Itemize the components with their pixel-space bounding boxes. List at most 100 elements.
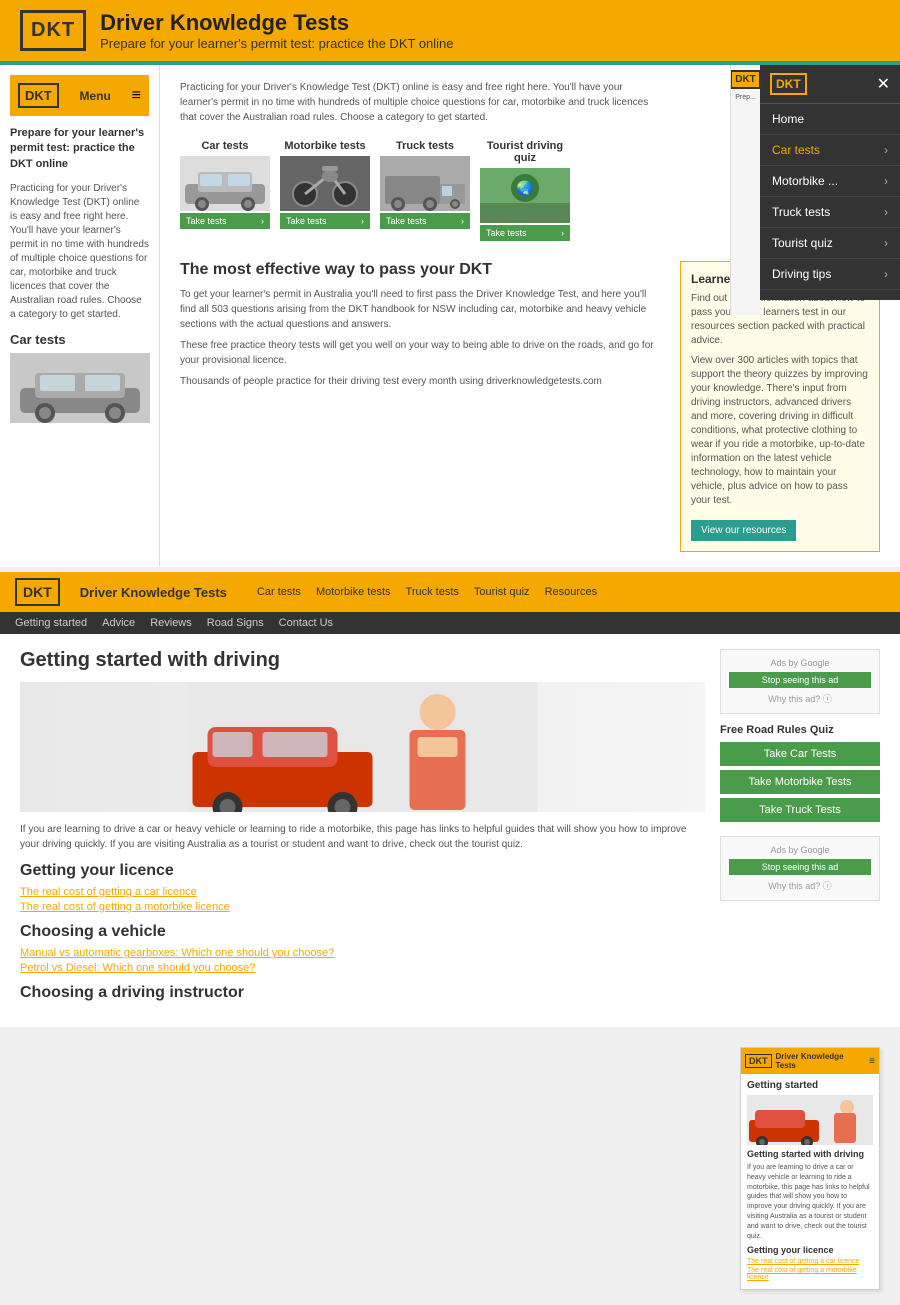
menu-label: Menu xyxy=(80,89,111,103)
overlay-menu: DKT ✕ Home Car tests › Motorbike ... › T… xyxy=(760,65,900,300)
effective-way-title: The most effective way to pass your DKT xyxy=(180,261,665,279)
motorbike-tests-category: Motorbike tests Take tests › xyxy=(280,140,370,241)
choosing-vehicle-title: Choosing a vehicle xyxy=(20,923,705,941)
chevron-right-icon: › xyxy=(884,143,888,157)
nav-link-truck[interactable]: Truck tests xyxy=(406,586,459,598)
getting-licence-title: Getting your licence xyxy=(20,862,705,880)
mini-car-licence-link[interactable]: The real cost of getting a car licence xyxy=(747,1258,873,1265)
car-tests-title: Car tests xyxy=(180,140,270,152)
mini-site-name: Driver Knowledge Tests xyxy=(776,1052,866,1070)
overlay-menu-item-driving-tips[interactable]: Driving tips › xyxy=(760,259,900,290)
mini-hamburger-icon[interactable]: ≡ xyxy=(869,1056,875,1067)
overlay-menu-item-car-tests[interactable]: Car tests › xyxy=(760,135,900,166)
why-this-ad-bottom-button[interactable]: Why this ad? ⓘ xyxy=(768,879,832,892)
main-top-section: DKT Menu ≡ Prepare for your learner's pe… xyxy=(0,65,900,567)
overlay-menu-item-home[interactable]: Home xyxy=(760,104,900,135)
intro-text: Practicing for your Driver's Knowledge T… xyxy=(180,80,660,125)
sidebar-tagline: Prepare for your learner's permit test: … xyxy=(10,126,149,172)
overlay-menu-item-tourist[interactable]: Tourist quiz › xyxy=(760,228,900,259)
banner-title: Driver Knowledge Tests xyxy=(100,10,453,36)
motorbike-image xyxy=(280,156,370,211)
chevron-right-icon: › xyxy=(884,236,888,250)
truck-tests-title: Truck tests xyxy=(380,140,470,152)
road-rules-quiz-section: Free Road Rules Quiz Take Car Tests Take… xyxy=(720,724,880,826)
view-resources-button[interactable]: View our resources xyxy=(691,520,796,541)
why-this-ad-button[interactable]: Why this ad? ⓘ xyxy=(768,692,832,705)
take-motorbike-tests-button[interactable]: Take Motorbike Tests xyxy=(720,770,880,794)
mini-intro-text: If you are learning to drive a car or he… xyxy=(747,1163,873,1241)
gearboxes-link[interactable]: Manual vs automatic gearboxes: Which one… xyxy=(20,947,705,959)
mini-content: Getting started Getting started with dri… xyxy=(741,1074,879,1289)
choosing-vehicle-section: Choosing a vehicle Manual vs automatic g… xyxy=(20,923,705,974)
overlay-menu-item-truck[interactable]: Truck tests › xyxy=(760,197,900,228)
stop-seeing-ad-button[interactable]: Stop seeing this ad xyxy=(729,672,871,688)
ad-box-top: Ads by Google Stop seeing this ad Why th… xyxy=(720,649,880,714)
car-licence-link[interactable]: The real cost of getting a car licence xyxy=(20,886,705,898)
ad-label: Ads by Google xyxy=(729,658,871,668)
overlay-menu-item-motorbike[interactable]: Motorbike ... › xyxy=(760,166,900,197)
getting-licence-section: Getting your licence The real cost of ge… xyxy=(20,862,705,913)
mini-motorbike-licence-link[interactable]: The real cost of getting a motorbike lic… xyxy=(747,1267,873,1281)
road-rules-quiz-title: Free Road Rules Quiz xyxy=(720,724,880,736)
left-sidebar: DKT Menu ≡ Prepare for your learner's pe… xyxy=(0,65,160,567)
sub-nav-advice[interactable]: Advice xyxy=(102,617,135,629)
motorbike-licence-link[interactable]: The real cost of getting a motorbike lic… xyxy=(20,901,705,913)
close-icon[interactable]: ✕ xyxy=(877,74,890,94)
nav-site-name: Driver Knowledge Tests xyxy=(80,585,227,600)
tourist-take-tests-button[interactable]: Take tests › xyxy=(480,225,570,241)
getting-started-title: Getting started with driving xyxy=(20,649,705,672)
sub-nav-getting-started[interactable]: Getting started xyxy=(15,617,87,629)
take-truck-tests-button[interactable]: Take Truck Tests xyxy=(720,798,880,822)
truck-take-tests-button[interactable]: Take tests › xyxy=(380,213,470,229)
nav-link-resources[interactable]: Resources xyxy=(545,586,598,598)
learners-resources-p2: View over 300 articles with topics that … xyxy=(691,354,869,508)
effective-way-p1: To get your learner's permit in Australi… xyxy=(180,287,665,332)
mini-gs-title: Getting started with driving xyxy=(747,1149,873,1159)
mini-logo: DKT xyxy=(745,1054,772,1068)
partial-behind-overlay: DKT Prep... xyxy=(730,65,760,315)
sub-nav-contact[interactable]: Contact Us xyxy=(279,617,333,629)
nav-bar: DKT Driver Knowledge Tests Car tests Mot… xyxy=(0,572,900,612)
tourist-tests-category: Tourist driving quiz 🌏 Take tests › xyxy=(480,140,570,241)
ad-label-bottom: Ads by Google xyxy=(729,845,871,855)
sidebar-header: DKT Menu ≡ xyxy=(10,75,149,116)
nav-links: Car tests Motorbike tests Truck tests To… xyxy=(257,586,597,598)
truck-tests-category: Truck tests Take tests › xyxy=(380,140,470,241)
partial-logo: DKT xyxy=(730,70,760,89)
mini-browser: DKT Driver Knowledge Tests ≡ Getting sta… xyxy=(740,1047,880,1290)
mini-licence-title: Getting your licence xyxy=(747,1245,873,1255)
sidebar-car-tests-label: Car tests xyxy=(10,332,149,347)
nav-link-motorbike[interactable]: Motorbike tests xyxy=(316,586,391,598)
mini-nav: DKT Driver Knowledge Tests ≡ xyxy=(741,1048,879,1074)
partial-text: Prep... xyxy=(735,94,756,102)
lower-section: The most effective way to pass your DKT … xyxy=(180,261,880,552)
sidebar-desc: Practicing for your Driver's Knowledge T… xyxy=(10,182,149,322)
nav-logo: DKT xyxy=(15,578,60,606)
getting-started-hero-image xyxy=(20,682,705,812)
choosing-instructor-section: Choosing a driving instructor xyxy=(20,984,705,1002)
nav-link-car-tests[interactable]: Car tests xyxy=(257,586,301,598)
nav-link-tourist[interactable]: Tourist quiz xyxy=(474,586,530,598)
second-browser-section: DKT Driver Knowledge Tests Car tests Mot… xyxy=(0,567,900,1027)
effective-way-p2: These free practice theory tests will ge… xyxy=(180,338,665,368)
motorbike-take-tests-button[interactable]: Take tests › xyxy=(280,213,370,229)
banner-subtitle: Prepare for your learner's permit test: … xyxy=(100,36,453,51)
hamburger-icon[interactable]: ≡ xyxy=(132,87,141,105)
chevron-right-icon: › xyxy=(884,267,888,281)
chevron-right-icon: › xyxy=(884,205,888,219)
chevron-right-icon: › xyxy=(884,174,888,188)
car-image xyxy=(180,156,270,211)
sub-nav-road-signs[interactable]: Road Signs xyxy=(207,617,264,629)
top-logo: DKT xyxy=(20,10,86,51)
spacer xyxy=(20,1047,725,1290)
overlay-logo: DKT xyxy=(770,73,807,95)
ad-box-bottom: Ads by Google Stop seeing this ad Why th… xyxy=(720,836,880,901)
motorbike-tests-title: Motorbike tests xyxy=(280,140,370,152)
sub-nav-reviews[interactable]: Reviews xyxy=(150,617,192,629)
car-take-tests-button[interactable]: Take tests › xyxy=(180,213,270,229)
take-car-tests-button[interactable]: Take Car Tests xyxy=(720,742,880,766)
fuel-link[interactable]: Petrol vs Diesel: Which one should you c… xyxy=(20,962,705,974)
stop-seeing-ad-bottom-button[interactable]: Stop seeing this ad xyxy=(729,859,871,875)
effective-way-p3: Thousands of people practice for their d… xyxy=(180,374,665,389)
sidebar-logo: DKT xyxy=(18,83,59,108)
